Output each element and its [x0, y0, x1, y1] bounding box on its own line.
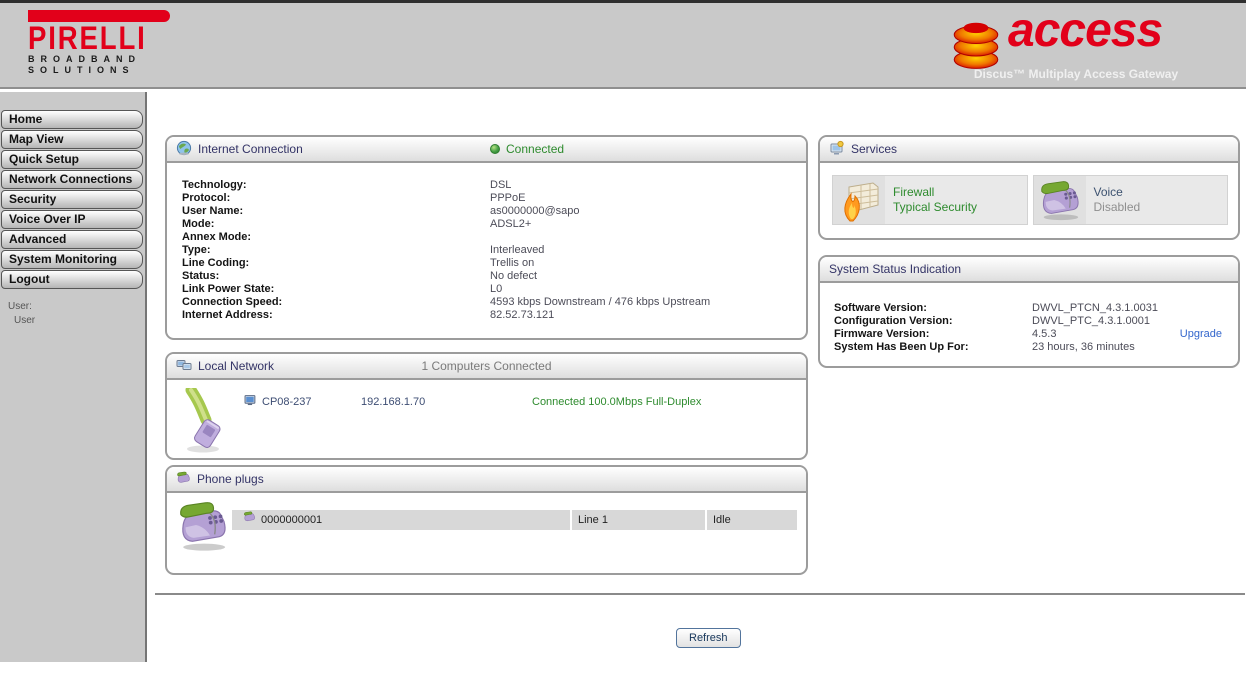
- sidebar-item-map-view[interactable]: Map View: [1, 130, 143, 149]
- phone-plugs-body: 0000000001 Line 1 Idle: [167, 493, 806, 573]
- connection-status: Connected: [506, 142, 565, 156]
- sidebar-item-logout[interactable]: Logout: [1, 270, 143, 289]
- sidebar-item-network-connections[interactable]: Network Connections: [1, 170, 143, 189]
- connected-status-icon: [490, 144, 500, 154]
- phone-plugs-header: Phone plugs: [167, 467, 806, 493]
- internet-connection-body: Technology: DSL Protocol: PPPoE User Name:…: [167, 163, 806, 322]
- system-status-header: System Status Indication: [820, 257, 1238, 283]
- computer-ip: 192.168.1.70: [361, 396, 426, 408]
- internet-row: Technology: DSL: [182, 179, 512, 191]
- internet-row: User Name: as0000000@sapo: [182, 205, 580, 217]
- access-logo-text: access: [1008, 4, 1163, 57]
- service-status: Typical Security: [893, 200, 978, 214]
- user-label: User:: [8, 301, 32, 312]
- local-network-panel: Local Network 1 Computers Connected CP08…: [165, 352, 808, 460]
- internet-connection-header: Internet Connection Connected: [167, 137, 806, 163]
- brand-subtitle-line2: SOLUTIONS: [28, 65, 135, 75]
- internet-connection-title: Internet Connection: [198, 142, 303, 156]
- sidebar-item-home[interactable]: Home: [1, 110, 143, 129]
- service-name: Voice: [1093, 185, 1123, 199]
- internet-row: Line Coding: Trellis on: [182, 257, 535, 269]
- internet-connection-panel: Internet Connection Connected Technology…: [165, 135, 808, 340]
- internet-row: Type: Interleaved: [182, 244, 545, 256]
- sidebar-menu: Home Map View Quick Setup Network Connec…: [0, 92, 145, 289]
- services-title: Services: [851, 142, 898, 156]
- computer-row: CP08-237 192.168.1.70 Connected 100.0Mbp…: [239, 394, 701, 410]
- phone-small-icon: [243, 510, 256, 530]
- phone-plugs-icon: [176, 471, 191, 488]
- phone-plugs-title: Phone plugs: [197, 472, 264, 486]
- sidebar-item-voice-over-ip[interactable]: Voice Over IP: [1, 210, 143, 229]
- page: PIRELLI BROADBAND SOLUTIONS access Discu…: [0, 0, 1259, 677]
- computer-host[interactable]: CP08-237: [239, 394, 361, 410]
- service-status: Disabled: [1093, 200, 1141, 214]
- service-firewall[interactable]: Firewall Typical Security: [832, 175, 1028, 225]
- internet-row: Internet Address: 82.52.73.121: [182, 309, 555, 321]
- upgrade-link[interactable]: Upgrade: [1180, 328, 1222, 340]
- refresh-button[interactable]: Refresh: [676, 628, 741, 648]
- user-name: User: [14, 315, 36, 326]
- phone-number-cell[interactable]: 0000000001: [232, 510, 570, 530]
- computer-icon: [244, 394, 257, 410]
- system-status-row: Firmware Version: 4.5.3: [834, 328, 1057, 340]
- system-status-title: System Status Indication: [829, 262, 962, 276]
- services-panel: Services Firewall Typical Security Voice…: [818, 135, 1240, 240]
- computer-status: Connected 100.0Mbps Full-Duplex: [532, 396, 702, 408]
- local-network-body: CP08-237 192.168.1.70 Connected 100.0Mbp…: [167, 380, 806, 458]
- services-body: Firewall Typical Security Voice Disabled: [820, 163, 1238, 225]
- sidebar-item-system-monitoring[interactable]: System Monitoring: [1, 250, 143, 269]
- phone-line-cell: Line 1: [572, 510, 705, 530]
- phone-icon: [175, 499, 231, 556]
- phone-plug-row: 0000000001 Line 1 Idle: [232, 510, 797, 530]
- local-network-header: Local Network 1 Computers Connected: [167, 354, 806, 380]
- internet-row: Connection Speed: 4593 kbps Downstream / …: [182, 296, 711, 308]
- internet-row: Link Power State: L0: [182, 283, 503, 295]
- computers-connected-count: 1 Computers Connected: [421, 359, 552, 373]
- footer-divider: [155, 593, 1245, 595]
- system-status-row: Configuration Version: DWVL_PTC_4.3.1.000…: [834, 315, 1151, 327]
- pirelli-logo: PIRELLI BROADBAND SOLUTIONS: [28, 10, 170, 76]
- internet-row: Protocol: PPPoE: [182, 192, 526, 204]
- phone-number: 0000000001: [261, 514, 323, 526]
- sidebar: Home Map View Quick Setup Network Connec…: [0, 92, 147, 662]
- service-voice[interactable]: Voice Disabled: [1032, 175, 1228, 225]
- sidebar-item-quick-setup[interactable]: Quick Setup: [1, 150, 143, 169]
- voice-icon: [1033, 176, 1086, 224]
- system-status-body: Software Version: DWVL_PTCN_4.3.1.0031 Co…: [820, 283, 1238, 354]
- phone-plugs-panel: Phone plugs 0000000001 Line 1 Idle: [165, 465, 808, 575]
- firewall-icon: [833, 176, 885, 224]
- pirelli-logo-text: PIRELLI: [28, 20, 147, 57]
- globe-icon: [176, 140, 192, 159]
- page-header: PIRELLI BROADBAND SOLUTIONS access Discu…: [0, 0, 1246, 89]
- service-name: Firewall: [893, 185, 935, 199]
- phone-state-cell: Idle: [707, 510, 797, 530]
- services-icon: [829, 140, 845, 159]
- internet-row: Status: No defect: [182, 270, 538, 282]
- product-tagline: Discus™ Multiplay Access Gateway: [973, 67, 1179, 81]
- sidebar-item-advanced[interactable]: Advanced: [1, 230, 143, 249]
- internet-row: Mode: ADSL2+: [182, 218, 532, 230]
- ethernet-cable-icon: [179, 384, 231, 459]
- system-status-panel: System Status Indication Software Versio…: [818, 255, 1240, 368]
- internet-row: Annex Mode:: [182, 231, 252, 243]
- services-header: Services: [820, 137, 1238, 163]
- system-status-row: System Has Been Up For: 23 hours, 36 minu…: [834, 341, 1135, 353]
- sidebar-item-security[interactable]: Security: [1, 190, 143, 209]
- computer-name: CP08-237: [262, 396, 312, 408]
- system-status-row: Software Version: DWVL_PTCN_4.3.1.0031: [834, 302, 1158, 314]
